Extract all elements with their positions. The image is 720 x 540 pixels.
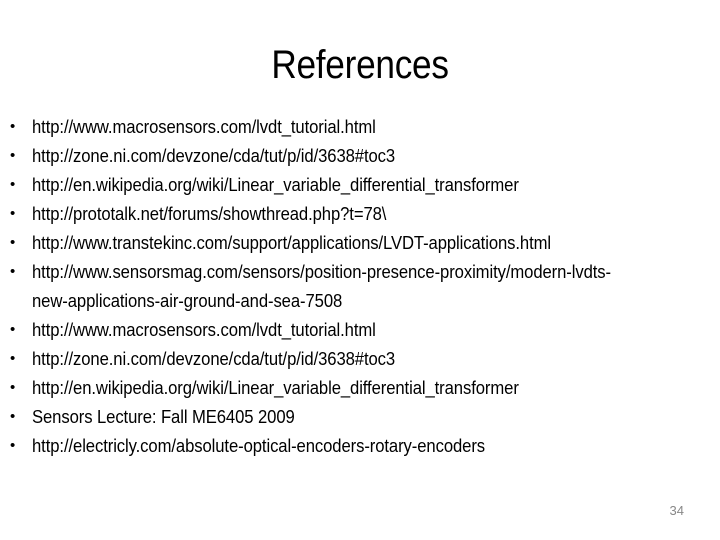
reference-text: http://www.transtekinc.com/support/appli… — [32, 232, 552, 253]
list-item: • http://prototalk.net/forums/showthread… — [10, 199, 710, 228]
list-item: • http://en.wikipedia.org/wiki/Linear_va… — [10, 373, 710, 402]
list-item: • http://en.wikipedia.org/wiki/Linear_va… — [10, 170, 710, 199]
bullet-icon: • — [10, 263, 16, 280]
bullet-icon: • — [10, 147, 16, 164]
bullet-icon: • — [10, 379, 16, 396]
reference-text: http://www.macrosensors.com/lvdt_tutoria… — [32, 116, 376, 137]
reference-text: http://zone.ni.com/devzone/cda/tut/p/id/… — [32, 348, 396, 369]
reference-text: http://www.macrosensors.com/lvdt_tutoria… — [32, 319, 376, 340]
reference-text: Sensors Lecture: Fall ME6405 2009 — [32, 406, 295, 427]
bullet-icon: • — [10, 408, 16, 425]
list-item: • http://www.transtekinc.com/support/app… — [10, 228, 710, 257]
bullet-icon: • — [10, 350, 16, 367]
reference-text: http://prototalk.net/forums/showthread.p… — [32, 203, 387, 224]
bullet-icon: • — [10, 437, 16, 454]
list-item: • http://zone.ni.com/devzone/cda/tut/p/i… — [10, 344, 710, 373]
reference-text: http://www.sensorsmag.com/sensors/positi… — [32, 261, 611, 311]
bullet-icon: • — [10, 234, 16, 251]
bullet-icon: • — [10, 118, 16, 135]
page-title: References — [271, 43, 449, 87]
reference-text: http://electricly.com/absolute-optical-e… — [32, 435, 486, 456]
reference-text: http://en.wikipedia.org/wiki/Linear_vari… — [32, 174, 519, 195]
list-item: • Sensors Lecture: Fall ME6405 2009 — [10, 402, 710, 431]
list-item: • http://www.macrosensors.com/lvdt_tutor… — [10, 112, 710, 141]
references-list: • http://www.macrosensors.com/lvdt_tutor… — [10, 112, 710, 460]
list-item: • http://zone.ni.com/devzone/cda/tut/p/i… — [10, 141, 710, 170]
bullet-icon: • — [10, 205, 16, 222]
bullet-icon: • — [10, 176, 16, 193]
list-item: • http://electricly.com/absolute-optical… — [10, 431, 710, 460]
list-item: • http://www.sensorsmag.com/sensors/posi… — [10, 257, 710, 315]
reference-text: http://zone.ni.com/devzone/cda/tut/p/id/… — [32, 145, 396, 166]
bullet-icon: • — [10, 321, 16, 338]
slide: References • http://www.macrosensors.com… — [0, 0, 720, 540]
list-item: • http://www.macrosensors.com/lvdt_tutor… — [10, 315, 710, 344]
page-number: 34 — [669, 503, 684, 518]
reference-text: http://en.wikipedia.org/wiki/Linear_vari… — [32, 377, 519, 398]
